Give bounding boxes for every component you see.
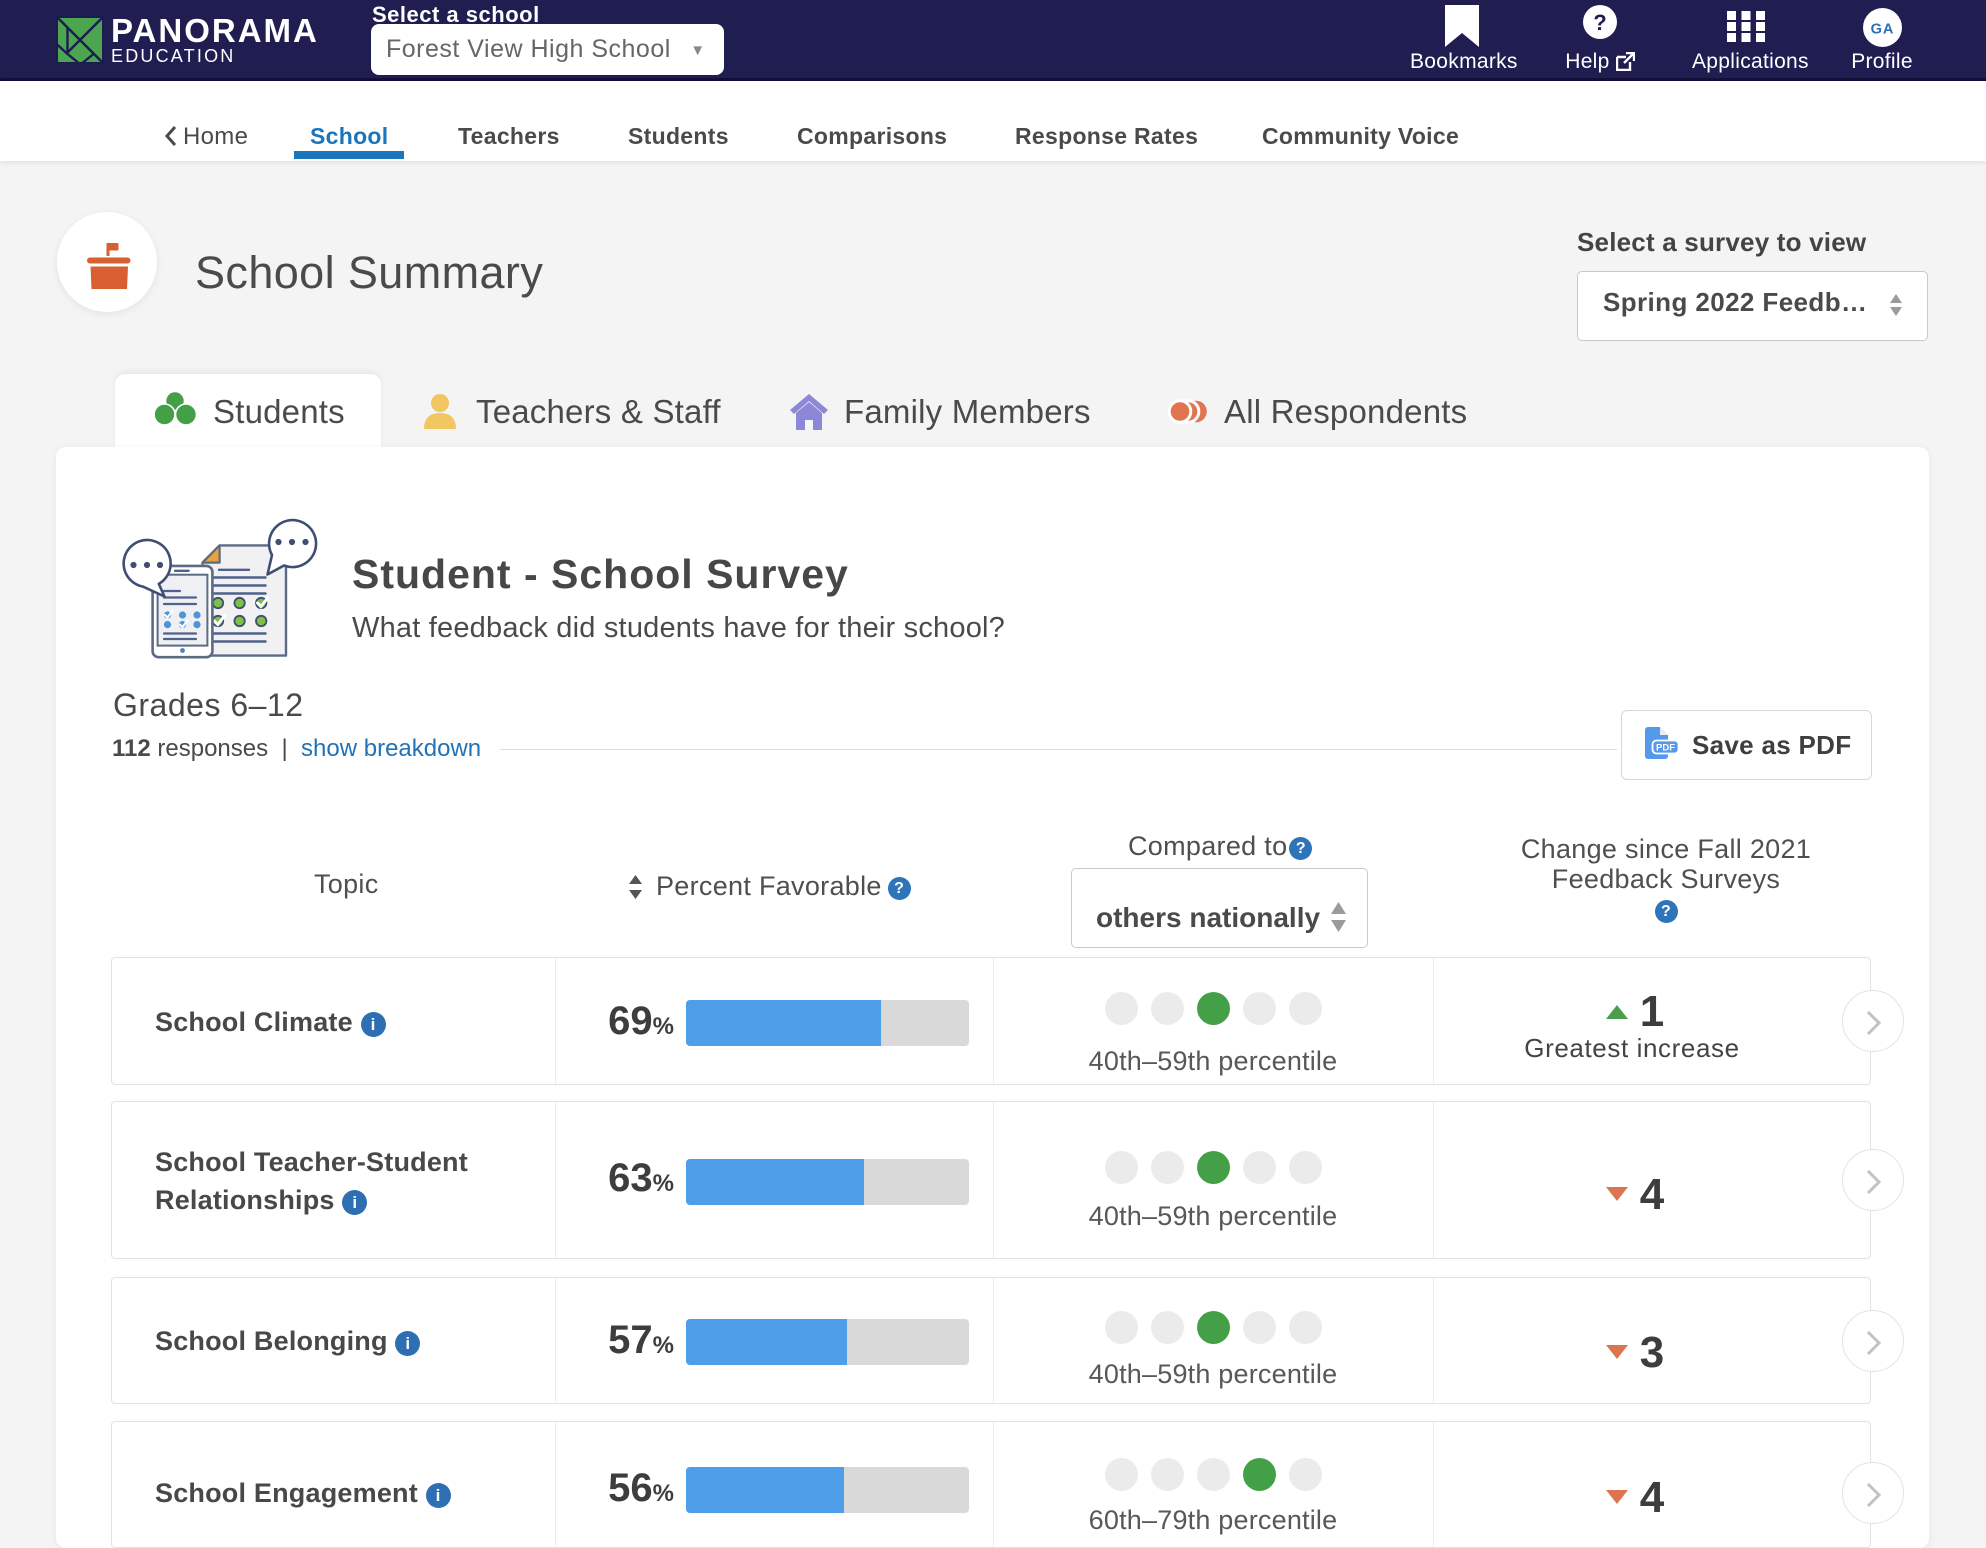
svg-text:PDF: PDF	[1656, 743, 1675, 754]
svg-text:GA: GA	[1870, 21, 1894, 37]
svg-text:?: ?	[1593, 10, 1606, 35]
